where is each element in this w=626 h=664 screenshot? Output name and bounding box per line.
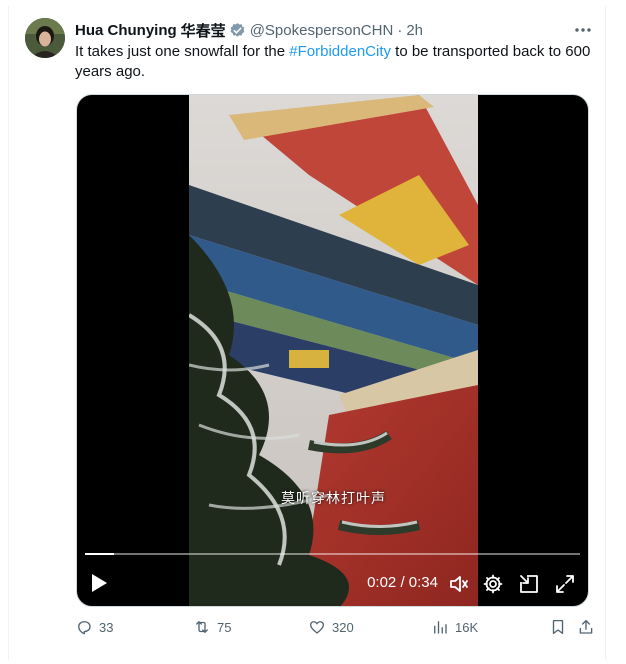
video-player[interactable]: 莫听穿林打叶声 0:02 / 0:34 xyxy=(76,94,589,607)
fullscreen-icon[interactable] xyxy=(554,573,576,595)
reply-icon xyxy=(78,621,91,635)
time-separator: / xyxy=(396,574,409,591)
video-timecode: 0:02 / 0:34 xyxy=(367,574,438,591)
repost-button[interactable]: 75 xyxy=(193,618,231,636)
video-progress-bar[interactable] xyxy=(85,553,580,555)
share-icon xyxy=(579,619,593,634)
share-button[interactable] xyxy=(577,618,601,636)
author-handle[interactable]: @SpokespersonCHN xyxy=(250,22,394,39)
video-subtitle: 莫听穿林打叶声 xyxy=(281,491,386,507)
tweet-card[interactable]: Hua Chunying 华春莹 @SpokespersonCHN · 2h I… xyxy=(8,6,606,660)
tweet-text: It takes just one snowfall for the #Forb… xyxy=(75,42,595,82)
repost-icon xyxy=(196,621,208,633)
avatar[interactable] xyxy=(25,18,65,58)
tweet-actions: 33 75 320 16K xyxy=(75,618,600,642)
author-name[interactable]: Hua Chunying xyxy=(75,22,177,39)
verified-badge-icon[interactable] xyxy=(229,22,246,39)
current-time: 0:02 xyxy=(367,574,397,591)
post-time[interactable]: 2h xyxy=(406,22,423,39)
reply-button[interactable]: 33 xyxy=(75,618,113,636)
hashtag-link[interactable]: #ForbiddenCity xyxy=(289,43,391,60)
video-progress-fill xyxy=(85,553,115,555)
views-icon xyxy=(434,621,447,634)
like-count: 320 xyxy=(332,619,354,635)
video-frame[interactable]: 莫听穿林打叶声 xyxy=(189,95,478,606)
more-options-icon[interactable] xyxy=(573,20,593,40)
bookmark-icon xyxy=(552,619,564,635)
video-controls: 0:02 / 0:34 xyxy=(77,562,588,606)
picture-in-picture-icon[interactable] xyxy=(518,573,540,595)
heart-icon xyxy=(309,621,325,634)
tweet-header: Hua Chunying 华春莹 @SpokespersonCHN · 2h xyxy=(75,20,423,40)
repost-count: 75 xyxy=(217,619,232,635)
bookmark-button[interactable] xyxy=(549,618,573,636)
settings-icon[interactable] xyxy=(482,573,504,595)
author-native-name[interactable]: 华春莹 xyxy=(181,20,226,41)
separator-dot: · xyxy=(397,21,403,39)
volume-icon[interactable] xyxy=(448,573,470,595)
reply-count: 33 xyxy=(99,619,114,635)
tweet-text-before: It takes just one snowfall for the xyxy=(75,43,290,60)
views-button[interactable]: 16K xyxy=(431,618,478,636)
views-count: 16K xyxy=(455,619,479,635)
duration: 0:34 xyxy=(408,574,438,591)
like-button[interactable]: 320 xyxy=(308,618,354,636)
play-icon[interactable] xyxy=(89,572,109,594)
